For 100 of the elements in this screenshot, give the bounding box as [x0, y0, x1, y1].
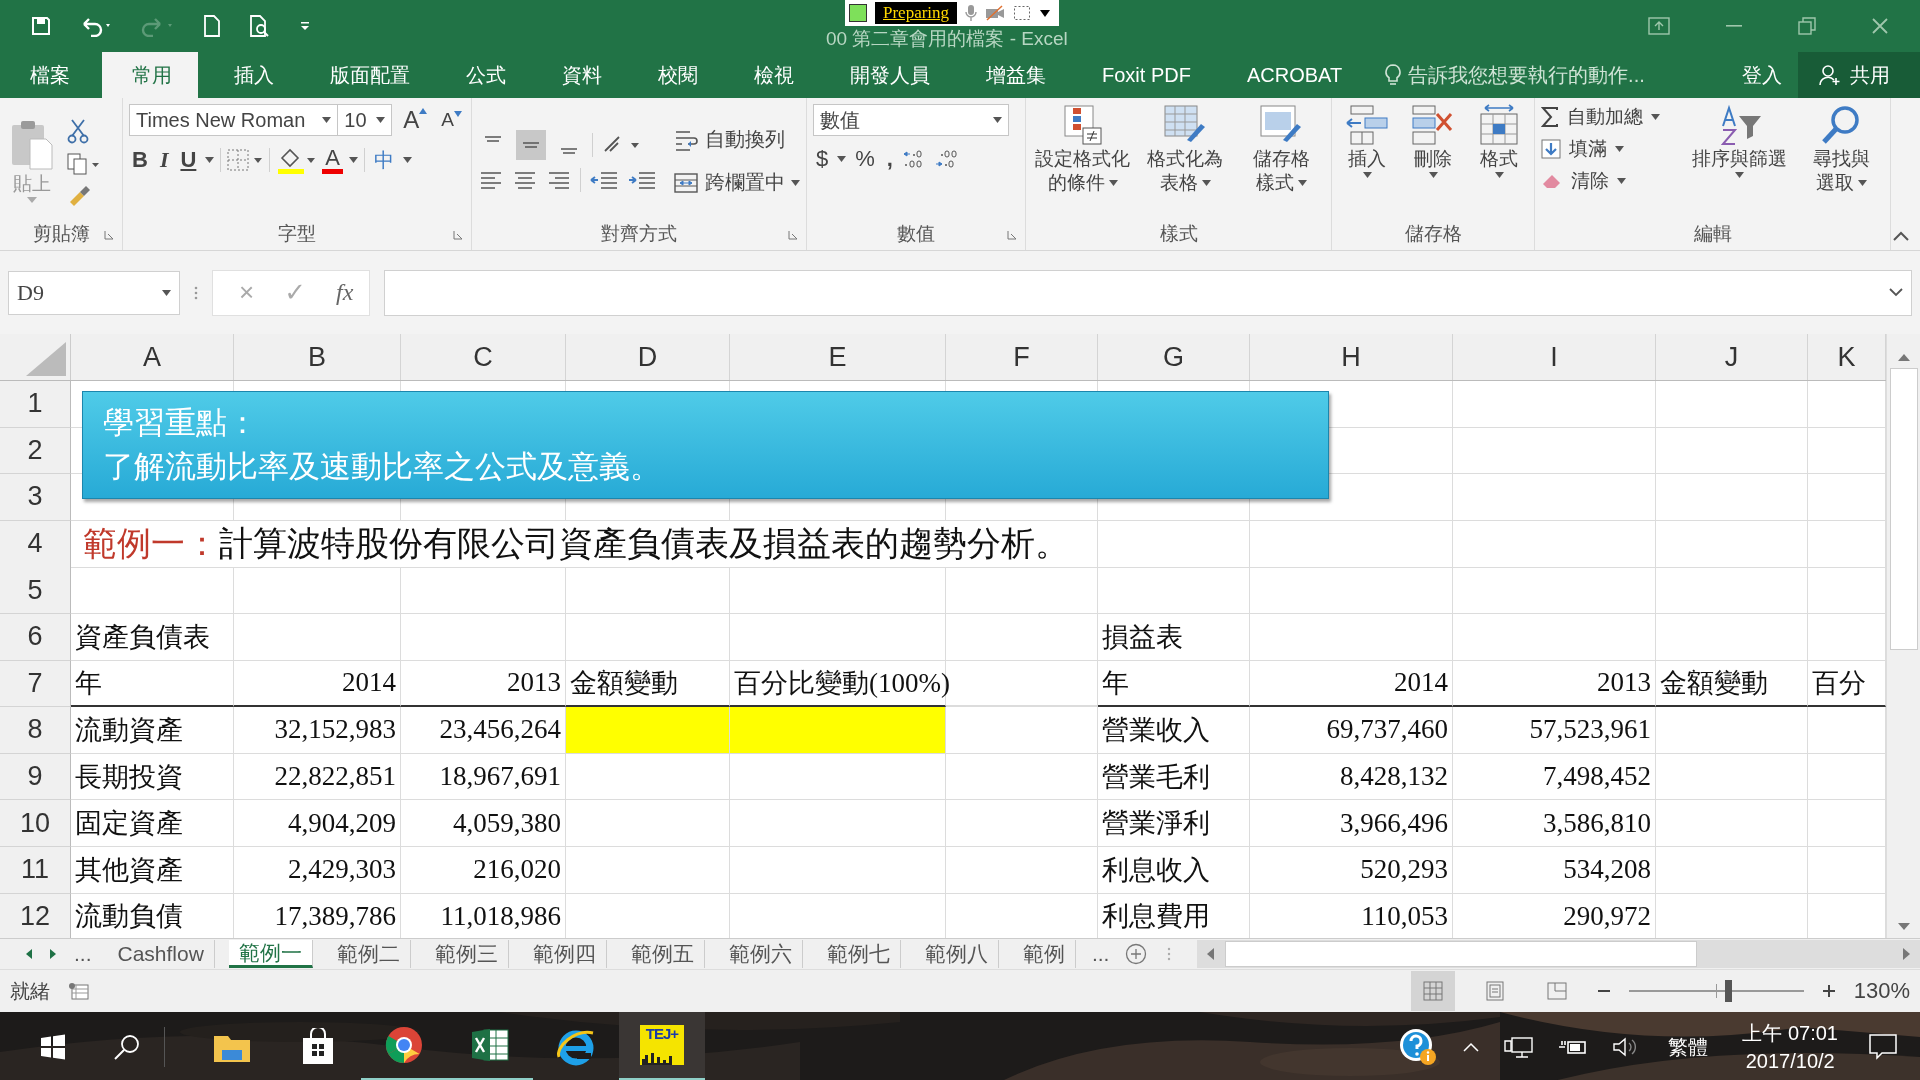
fill-button[interactable]: 填滿 — [1541, 136, 1681, 162]
row-header[interactable]: 11 — [0, 846, 71, 894]
fill-color-icon[interactable] — [276, 146, 317, 174]
sheet-tab[interactable]: 範例六 — [718, 940, 803, 968]
align-middle-button[interactable] — [516, 130, 546, 160]
scroll-down-icon[interactable] — [1896, 922, 1911, 932]
ribbon-tab[interactable]: 檢視 — [724, 52, 820, 98]
row-header[interactable]: 7 — [0, 660, 71, 708]
format-as-table-button[interactable]: 格式化為 表格 — [1141, 104, 1229, 194]
row-header[interactable]: 12 — [0, 893, 71, 938]
bold-button[interactable]: B — [129, 147, 151, 173]
ribbon-tab[interactable]: 開發人員 — [820, 52, 956, 98]
collapse-ribbon-icon[interactable] — [1892, 230, 1910, 242]
format-cells-button[interactable]: 格式 — [1470, 104, 1528, 178]
comma-style-button[interactable]: , — [883, 146, 896, 172]
row-header[interactable]: 2 — [0, 427, 71, 475]
tell-me-search[interactable]: 告訴我您想要執行的動作... — [1384, 52, 1645, 98]
ribbon-tab[interactable]: 版面配置 — [300, 52, 436, 98]
merge-center-button[interactable]: 跨欄置中 — [673, 165, 800, 200]
phonetic-button[interactable]: 中 — [371, 146, 398, 174]
percent-button[interactable]: % — [852, 146, 878, 172]
new-file-icon[interactable] — [202, 14, 222, 38]
sheet-tab[interactable]: 範例二 — [326, 940, 411, 968]
row-header[interactable]: 10 — [0, 800, 71, 847]
next-sheet-icon[interactable] — [48, 948, 58, 960]
ribbon-tab[interactable]: 常用 — [102, 52, 198, 98]
scroll-left-icon[interactable] — [1205, 947, 1216, 961]
scroll-right-icon[interactable] — [1902, 947, 1912, 961]
column-header[interactable]: D — [566, 334, 730, 380]
search-icon[interactable] — [112, 1032, 142, 1062]
caret-icon[interactable] — [349, 157, 359, 163]
clear-button[interactable]: 清除 — [1541, 168, 1681, 194]
clock-time[interactable]: 上午 07:01 — [1742, 1019, 1838, 1047]
zoom-slider-thumb[interactable] — [1724, 980, 1732, 1002]
font-color-button[interactable]: A — [322, 146, 344, 174]
sheet-tab[interactable]: 範例八 — [914, 940, 999, 968]
find-select-button[interactable]: 尋找與 選取 — [1798, 104, 1884, 194]
help-info-icon[interactable] — [1398, 1027, 1439, 1067]
sheet-tab[interactable]: 範例四 — [522, 940, 607, 968]
clock-date[interactable]: 2017/10/2 — [1745, 1047, 1835, 1075]
ribbon-tab[interactable]: 資料 — [532, 52, 628, 98]
selection-icon[interactable] — [1013, 5, 1032, 21]
row-header[interactable]: 6 — [0, 613, 71, 661]
column-header[interactable]: J — [1656, 334, 1808, 380]
zoom-level[interactable]: 130% — [1853, 978, 1910, 1004]
save-icon[interactable] — [30, 15, 52, 37]
dialog-launcher-icon[interactable] — [1007, 230, 1017, 240]
caret-icon[interactable] — [403, 157, 413, 163]
normal-view-button[interactable] — [1410, 971, 1455, 1011]
column-header[interactable]: A — [71, 334, 234, 380]
insert-cells-button[interactable]: 插入 — [1338, 104, 1396, 178]
more-sheets-button[interactable]: ... — [1089, 940, 1112, 968]
column-header[interactable]: G — [1098, 334, 1250, 380]
name-box[interactable]: D9 — [8, 270, 180, 315]
sort-filter-button[interactable]: 排序與篩選 — [1689, 104, 1790, 178]
row-header[interactable]: 1 — [0, 381, 71, 428]
ribbon-tab[interactable]: 增益集 — [956, 52, 1072, 98]
cell-styles-button[interactable]: 儲存格 樣式 — [1237, 104, 1325, 194]
caret-icon[interactable] — [837, 156, 847, 162]
row-header[interactable]: 9 — [0, 753, 71, 801]
share-button[interactable]: 共用 — [1798, 52, 1920, 98]
font-name-field[interactable]: Times New Roman — [129, 104, 339, 136]
ribbon-tab[interactable]: 插入 — [204, 52, 300, 98]
ribbon-tab[interactable]: 公式 — [436, 52, 532, 98]
column-header[interactable]: B — [234, 334, 401, 380]
autosum-button[interactable]: 自動加總 — [1541, 104, 1681, 130]
close-icon[interactable] — [1872, 18, 1888, 34]
sheet-tab[interactable]: 範例七 — [816, 940, 901, 968]
ribbon-display-icon[interactable] — [1648, 17, 1670, 35]
column-header[interactable]: H — [1250, 334, 1453, 380]
scissors-icon[interactable] — [66, 118, 90, 144]
sheet-tab[interactable]: 範例五 — [620, 940, 705, 968]
row-header[interactable]: 3 — [0, 474, 71, 521]
number-format-field[interactable]: 數值 — [813, 104, 1009, 136]
sheet-tab[interactable]: 範例一 — [228, 940, 313, 968]
sheet-tab[interactable]: 範例三 — [424, 940, 509, 968]
underline-button[interactable]: U — [177, 147, 200, 173]
dialog-launcher-icon[interactable] — [788, 230, 798, 240]
conditional-formatting-button[interactable]: 設定格式化 的條件 — [1032, 104, 1133, 194]
delete-cells-button[interactable]: 刪除 — [1404, 104, 1462, 178]
input-method-indicator[interactable]: 繁體 — [1668, 1033, 1709, 1061]
row-header[interactable]: 5 — [0, 567, 71, 614]
dialog-launcher-icon[interactable] — [104, 230, 114, 240]
column-header[interactable]: C — [401, 334, 566, 380]
vertical-scrollbar[interactable] — [1886, 334, 1920, 938]
shrink-font-button[interactable]: A — [438, 109, 465, 131]
network-icon[interactable] — [1504, 1035, 1535, 1059]
camera-icon[interactable] — [985, 5, 1006, 21]
tej-app-icon[interactable]: TEJ+ — [619, 1012, 705, 1080]
ribbon-tab[interactable]: ACROBAT — [1216, 52, 1369, 98]
previous-sheet-icon[interactable] — [24, 948, 34, 960]
borders-icon[interactable] — [227, 149, 264, 171]
zoom-in-icon[interactable] — [1821, 984, 1836, 998]
caret-icon[interactable] — [205, 157, 215, 163]
ribbon-tab[interactable]: Foxit PDF — [1072, 52, 1217, 98]
formula-input[interactable] — [384, 269, 1912, 316]
microphone-icon[interactable] — [965, 4, 978, 22]
ribbon-tab[interactable]: 校閱 — [628, 52, 724, 98]
horizontal-scrollbar[interactable] — [1197, 940, 1920, 968]
add-sheet-icon[interactable] — [1125, 943, 1148, 965]
